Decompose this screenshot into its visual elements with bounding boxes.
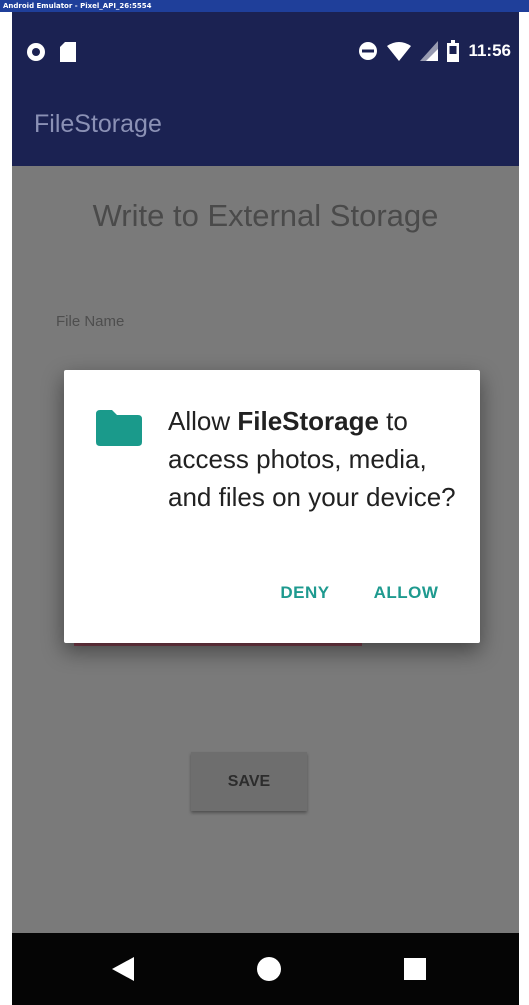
app-title: FileStorage — [34, 110, 162, 138]
do-not-disturb-icon — [359, 42, 378, 60]
emulator-window-title: Android Emulator - Pixel_API_26:5554 — [0, 0, 529, 12]
allow-button[interactable]: ALLOW — [364, 578, 448, 608]
recent-apps-icon[interactable] — [404, 958, 426, 980]
status-clock: 11:56 — [468, 41, 511, 60]
back-icon[interactable] — [112, 957, 134, 981]
emulator-left-frame — [0, 12, 12, 1005]
navigation-bar — [12, 933, 519, 1005]
permission-message-prefix: Allow — [168, 406, 238, 436]
wifi-icon — [387, 42, 412, 61]
permission-app-name: FileStorage — [237, 406, 379, 436]
emulator-right-frame — [519, 12, 529, 1005]
folder-icon — [96, 410, 142, 446]
app-bar: FileStorage — [12, 82, 519, 166]
home-icon[interactable] — [257, 957, 281, 981]
page-title: Write to External Storage — [92, 198, 439, 233]
sync-notification-icon — [27, 43, 45, 61]
phone-screen: 11:56 FileStorage Write to External Stor… — [12, 12, 519, 1005]
cell-signal-icon — [420, 41, 439, 61]
battery-icon — [447, 40, 460, 62]
deny-button[interactable]: DENY — [270, 578, 340, 608]
permission-message: Allow FileStorage to access photos, medi… — [168, 402, 468, 516]
save-button[interactable]: SAVE — [191, 752, 307, 811]
sd-card-icon — [60, 42, 76, 62]
permission-dialog: Allow FileStorage to access photos, medi… — [64, 370, 480, 643]
status-bar: 11:56 — [12, 12, 519, 82]
file-name-label: File Name — [56, 313, 125, 330]
